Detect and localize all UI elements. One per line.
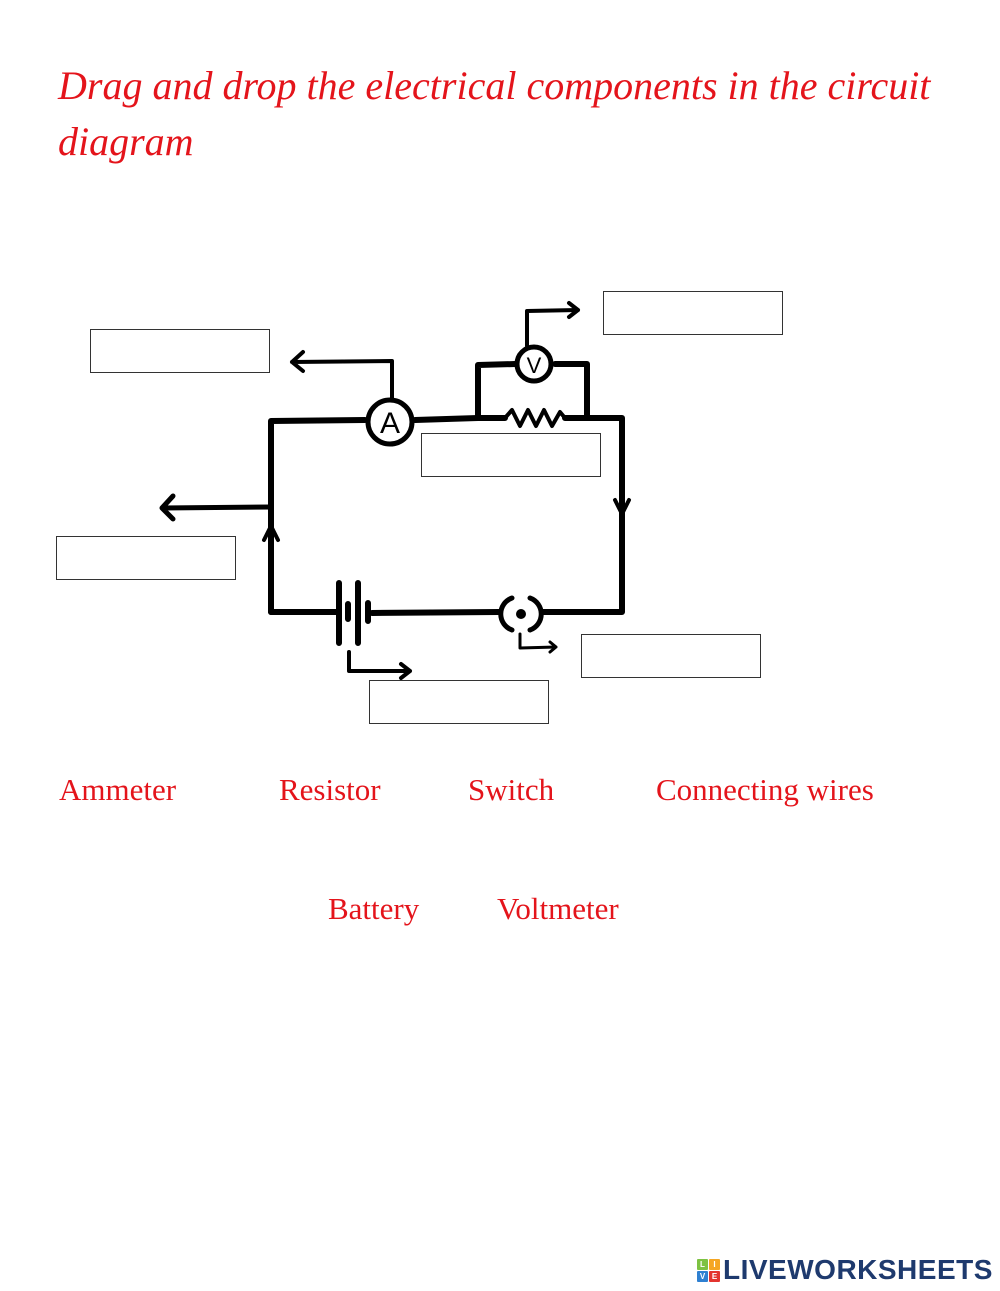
voltmeter-pointer	[525, 301, 580, 348]
switch-pointer	[518, 632, 558, 654]
draggable-word-battery[interactable]: Battery	[328, 891, 419, 927]
draggable-word-voltmeter[interactable]: Voltmeter	[497, 891, 619, 927]
logo-tile-i: I	[709, 1258, 720, 1270]
drop-target-voltmeter[interactable]	[603, 291, 783, 335]
wire-top-mid	[412, 415, 481, 423]
drop-target-switch[interactable]	[581, 634, 761, 678]
circuit-diagram: A V	[159, 301, 631, 680]
voltmeter-letter: V	[527, 353, 542, 378]
ammeter-letter: A	[380, 407, 400, 440]
drop-target-ammeter[interactable]	[90, 329, 270, 373]
drop-target-battery[interactable]	[369, 680, 549, 724]
battery-symbol	[336, 580, 371, 646]
logo-tile-v: V	[697, 1270, 708, 1282]
draggable-word-ammeter[interactable]: Ammeter	[59, 772, 176, 808]
logo-tile-e: E	[709, 1270, 720, 1282]
battery-pointer	[347, 650, 412, 680]
drop-target-resistor[interactable]	[421, 433, 601, 477]
draggable-word-resistor[interactable]: Resistor	[279, 772, 381, 808]
drop-target-connecting-wires[interactable]	[56, 536, 236, 580]
logo-tile-l: L	[697, 1258, 708, 1270]
logo-tiles: L I V E	[697, 1258, 720, 1282]
liveworksheets-logo: L I V E LIVEWORKSHEETS	[697, 1256, 993, 1284]
wire-bottom	[369, 609, 502, 616]
draggable-word-switch[interactable]: Switch	[468, 772, 554, 808]
wires-pointer	[159, 493, 274, 522]
draggable-word-connecting-wires[interactable]: Connecting wires	[656, 772, 874, 808]
resistor-symbol	[503, 408, 567, 428]
wire-left	[268, 417, 368, 615]
ammeter-pointer	[290, 350, 394, 400]
logo-text: LIVEWORKSHEETS	[723, 1254, 993, 1285]
switch-contact	[516, 609, 526, 619]
